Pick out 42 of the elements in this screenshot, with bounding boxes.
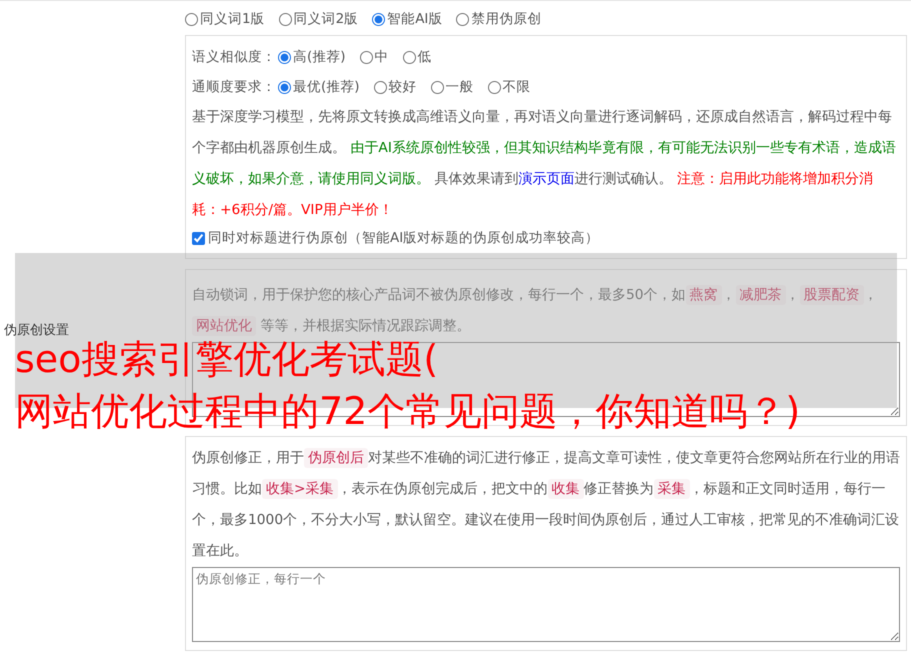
option-label: 通顺度要求：	[192, 78, 276, 96]
keyword-code: 采集	[654, 479, 690, 499]
keyword-code: 燕窝	[686, 285, 722, 305]
headline-overlay: seo搜索引擎优化考试题(	[15, 336, 440, 383]
radio-label: 一般	[446, 78, 474, 96]
radio-label: 同义词1版	[200, 10, 265, 28]
radio-button[interactable]	[488, 80, 501, 94]
radio-label: 高(推荐)	[293, 48, 346, 66]
keyword-code: 收集>采集	[262, 479, 338, 499]
description-text: 伪原创修正，用于 伪原创后 对某些不准确的词汇进行修正，提高文章可读性，使文章更符合您网站所在行业的用语习惯。比如 收集>采集 ，表示在伪原创完成后，把文中的 收集 修正替换为 采集 ，标题和正文同时适用，每行一个，最多1000个，不分大小写，默认留空。建议在使用一段时间伪原创后，通过人工审核，把常见的不准确词汇设置在此。	[192, 447, 900, 561]
corrections-field[interactable]: 伪原创修正，每行一个	[192, 567, 900, 642]
radio-label: 禁用伪原创	[471, 10, 542, 28]
keyword-code: 减肥茶	[736, 285, 786, 305]
checkbox-label: 同时对标题进行伪原创（智能AI版对标题的伪原创成功率较高）	[208, 229, 600, 247]
radio-label: 低	[418, 48, 432, 66]
keyword-code: 收集	[548, 479, 584, 499]
radio-label: 不限	[502, 78, 531, 96]
radio-button[interactable]	[402, 50, 416, 64]
description-text: 基于深度学习模型，先将原文转换成高维语义向量，再对语义向量进行逐词解码，还原成自然语言，解码过程中每个字都由机器原创生成。 由于AI系统原创性较强，但其知识结构毕竟有限，有可能无法识别一些专有术语，造成语义破坏，如果介意，请使用同义词版。 具体效果请到演示页面进行测试确认。 注意：启用此功能将增加积分消耗：+6积分/篇。VIP用户半价！	[192, 108, 897, 220]
demo-link[interactable]: 演示页面	[518, 171, 574, 187]
radio-label: 同义词2版	[294, 10, 358, 28]
radio-button[interactable]	[456, 12, 470, 26]
radio-button[interactable]	[430, 80, 444, 94]
headline-overlay: 网站优化过程中的72个常见问题，你知道吗？)	[15, 388, 800, 435]
radio-button[interactable]	[360, 50, 373, 64]
radio-button[interactable]	[278, 12, 292, 26]
radio-label: 中	[374, 48, 389, 66]
keyword-code: 股票配资	[800, 285, 864, 305]
radio-label: 最优(推荐)	[293, 78, 360, 96]
option-label: 语义相似度：	[192, 48, 276, 66]
setting-label: 伪原创设置	[3, 322, 70, 338]
radio-button[interactable]	[185, 12, 198, 26]
radio-label: 智能AI版	[387, 10, 442, 28]
radio-label: 较好	[388, 78, 417, 96]
radio-button[interactable]	[372, 12, 386, 26]
radio-button[interactable]	[278, 50, 291, 64]
description-text: 自动锁词，用于保护您的核心产品词不被伪原创修改，每行一个，最多50个，如 燕窝 ， 减肥茶 ， 股票配资 ， 网站优化 等等，并根据实际情况跟踪调整。	[192, 284, 879, 338]
checkbox[interactable]	[192, 232, 205, 244]
radio-button[interactable]	[278, 80, 291, 94]
keyword-code: 网站优化	[192, 316, 256, 336]
keyword-code: 伪原创后	[304, 448, 368, 468]
radio-button[interactable]	[374, 80, 387, 94]
